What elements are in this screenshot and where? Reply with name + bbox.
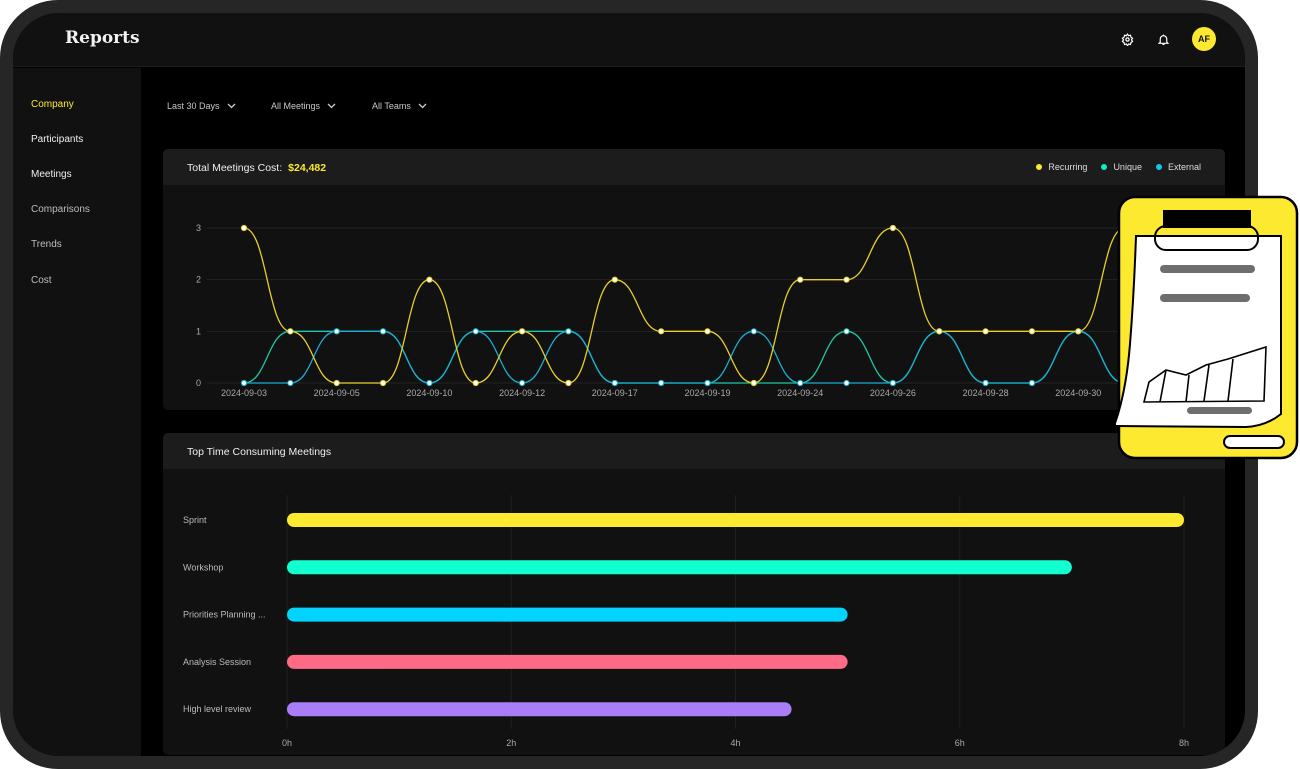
y-tick-label: 0 bbox=[196, 378, 201, 388]
x-tick-label: 2024-09-26 bbox=[870, 388, 916, 398]
avatar[interactable]: AF bbox=[1192, 27, 1216, 51]
x-tick-label: 0h bbox=[282, 738, 292, 748]
meetings-dropdown[interactable]: All Meetings bbox=[271, 101, 336, 111]
x-tick-label: 2024-09-30 bbox=[1055, 388, 1101, 398]
sidebar: Company Participants Meetings Comparison… bbox=[13, 68, 141, 756]
recurring-data-point bbox=[426, 276, 433, 283]
external-data-point bbox=[379, 328, 387, 335]
chevron-down-icon bbox=[327, 103, 336, 109]
recurring-data-point bbox=[750, 379, 757, 387]
x-tick-label: 4h bbox=[730, 738, 740, 748]
sidebar-item-meetings[interactable]: Meetings bbox=[31, 169, 72, 180]
x-tick-label: 2024-09-24 bbox=[777, 388, 823, 398]
unique-data-point bbox=[843, 328, 850, 335]
bar-category-label: Sprint bbox=[183, 515, 207, 525]
external-series-line bbox=[244, 330, 1125, 384]
recurring-data-point bbox=[843, 276, 850, 283]
sidebar-item-cost[interactable]: Cost bbox=[31, 275, 52, 286]
external-data-point bbox=[240, 379, 248, 387]
external-data-point bbox=[426, 379, 433, 387]
x-tick-label: 2024-09-17 bbox=[592, 388, 638, 398]
recurring-data-point bbox=[889, 224, 897, 232]
bell-icon[interactable] bbox=[1154, 30, 1172, 48]
line-chart: 0 1 2 3 2024-09-03 2024-09-05 2024-09-10 2024-0… bbox=[196, 223, 1225, 398]
meetings-filter-label: All Meetings bbox=[271, 101, 321, 111]
date-range-dropdown[interactable]: Last 30 Days bbox=[167, 101, 236, 111]
bar-category-label: Priorities Planning ... bbox=[183, 610, 266, 620]
recurring-data-point bbox=[379, 379, 387, 387]
external-data-point bbox=[519, 379, 526, 387]
bar bbox=[287, 607, 848, 622]
recurring-data-point bbox=[240, 224, 248, 232]
chevron-down-icon bbox=[227, 103, 235, 109]
bar bbox=[287, 702, 792, 717]
teams-filter-label: All Teams bbox=[372, 101, 411, 111]
x-tick-label: 6h bbox=[955, 738, 965, 748]
recurring-data-point bbox=[797, 276, 804, 283]
recurring-data-point bbox=[287, 328, 294, 335]
y-tick-label: 3 bbox=[196, 223, 201, 233]
recurring-series-line bbox=[243, 227, 1125, 384]
external-data-point bbox=[611, 379, 618, 387]
bar-chart: 0h 2h 4h 6h 8h Sprint Workshop Priorities Plann… bbox=[183, 495, 1189, 748]
recurring-data-point bbox=[1075, 328, 1082, 335]
bar bbox=[287, 513, 1184, 527]
x-tick-label: 2024-09-28 bbox=[963, 388, 1009, 398]
y-tick-label: 2 bbox=[196, 275, 201, 285]
top-meetings-card: Top Time Consuming Meetings 0h 2h 4h 6h 8h Sp… bbox=[163, 433, 1225, 755]
top-bar: Reports AF bbox=[13, 13, 1245, 67]
x-tick-label: 2024-09-03 bbox=[221, 388, 267, 398]
external-data-point bbox=[982, 379, 989, 387]
unique-series-line bbox=[243, 330, 1125, 384]
external-data-point bbox=[704, 379, 711, 387]
sidebar-item-comparisons[interactable]: Comparisons bbox=[31, 204, 90, 215]
date-range-label: Last 30 Days bbox=[167, 101, 220, 111]
recurring-data-point bbox=[519, 328, 526, 335]
recurring-data-point bbox=[611, 276, 618, 283]
app-screen: Reports AF Company Participants Meetings… bbox=[13, 13, 1245, 756]
external-data-point bbox=[889, 379, 897, 387]
teams-dropdown[interactable]: All Teams bbox=[372, 101, 427, 111]
gear-icon[interactable] bbox=[1118, 30, 1136, 48]
recurring-data-point bbox=[936, 328, 943, 335]
recurring-data-point bbox=[565, 379, 572, 387]
x-tick-label: 2024-09-19 bbox=[684, 388, 730, 398]
recurring-data-point bbox=[1028, 328, 1036, 335]
bar-category-label: Workshop bbox=[183, 562, 223, 572]
sidebar-item-trends[interactable]: Trends bbox=[31, 239, 62, 250]
external-data-point bbox=[797, 379, 804, 387]
chevron-down-icon bbox=[418, 103, 427, 109]
recurring-data-point bbox=[982, 328, 989, 335]
meetings-cost-card: Total Meetings Cost: $24,482 Recurring Un… bbox=[163, 149, 1225, 410]
x-tick-label: 8h bbox=[1179, 738, 1189, 748]
bar-category-label: Analysis Session bbox=[183, 657, 251, 667]
external-data-point bbox=[472, 328, 479, 335]
recurring-data-point bbox=[333, 379, 340, 387]
bar bbox=[287, 654, 848, 669]
external-data-point bbox=[287, 379, 294, 387]
bar-category-label: High level review bbox=[183, 704, 252, 714]
x-tick-label: 2024-09-10 bbox=[406, 388, 452, 398]
x-tick-label: 2024-09-05 bbox=[314, 388, 360, 398]
external-data-point bbox=[658, 379, 665, 387]
recurring-data-point bbox=[472, 379, 479, 387]
x-tick-label: 2h bbox=[506, 738, 516, 748]
external-data-point bbox=[750, 328, 757, 335]
bar bbox=[287, 560, 1072, 575]
sidebar-item-participants[interactable]: Participants bbox=[31, 134, 83, 145]
clipboard-illustration-icon bbox=[1116, 195, 1299, 460]
y-tick-label: 1 bbox=[196, 326, 201, 336]
tablet-frame: Reports AF Company Participants Meetings… bbox=[0, 0, 1258, 769]
external-data-point bbox=[1028, 379, 1036, 387]
recurring-data-point bbox=[658, 328, 665, 335]
page-title: Reports bbox=[65, 28, 140, 48]
external-data-point bbox=[843, 379, 850, 387]
x-tick-label: 2024-09-12 bbox=[499, 388, 545, 398]
external-data-point bbox=[333, 328, 340, 335]
sidebar-item-company[interactable]: Company bbox=[31, 99, 74, 110]
recurring-data-point bbox=[704, 328, 711, 335]
external-data-point bbox=[565, 328, 572, 335]
